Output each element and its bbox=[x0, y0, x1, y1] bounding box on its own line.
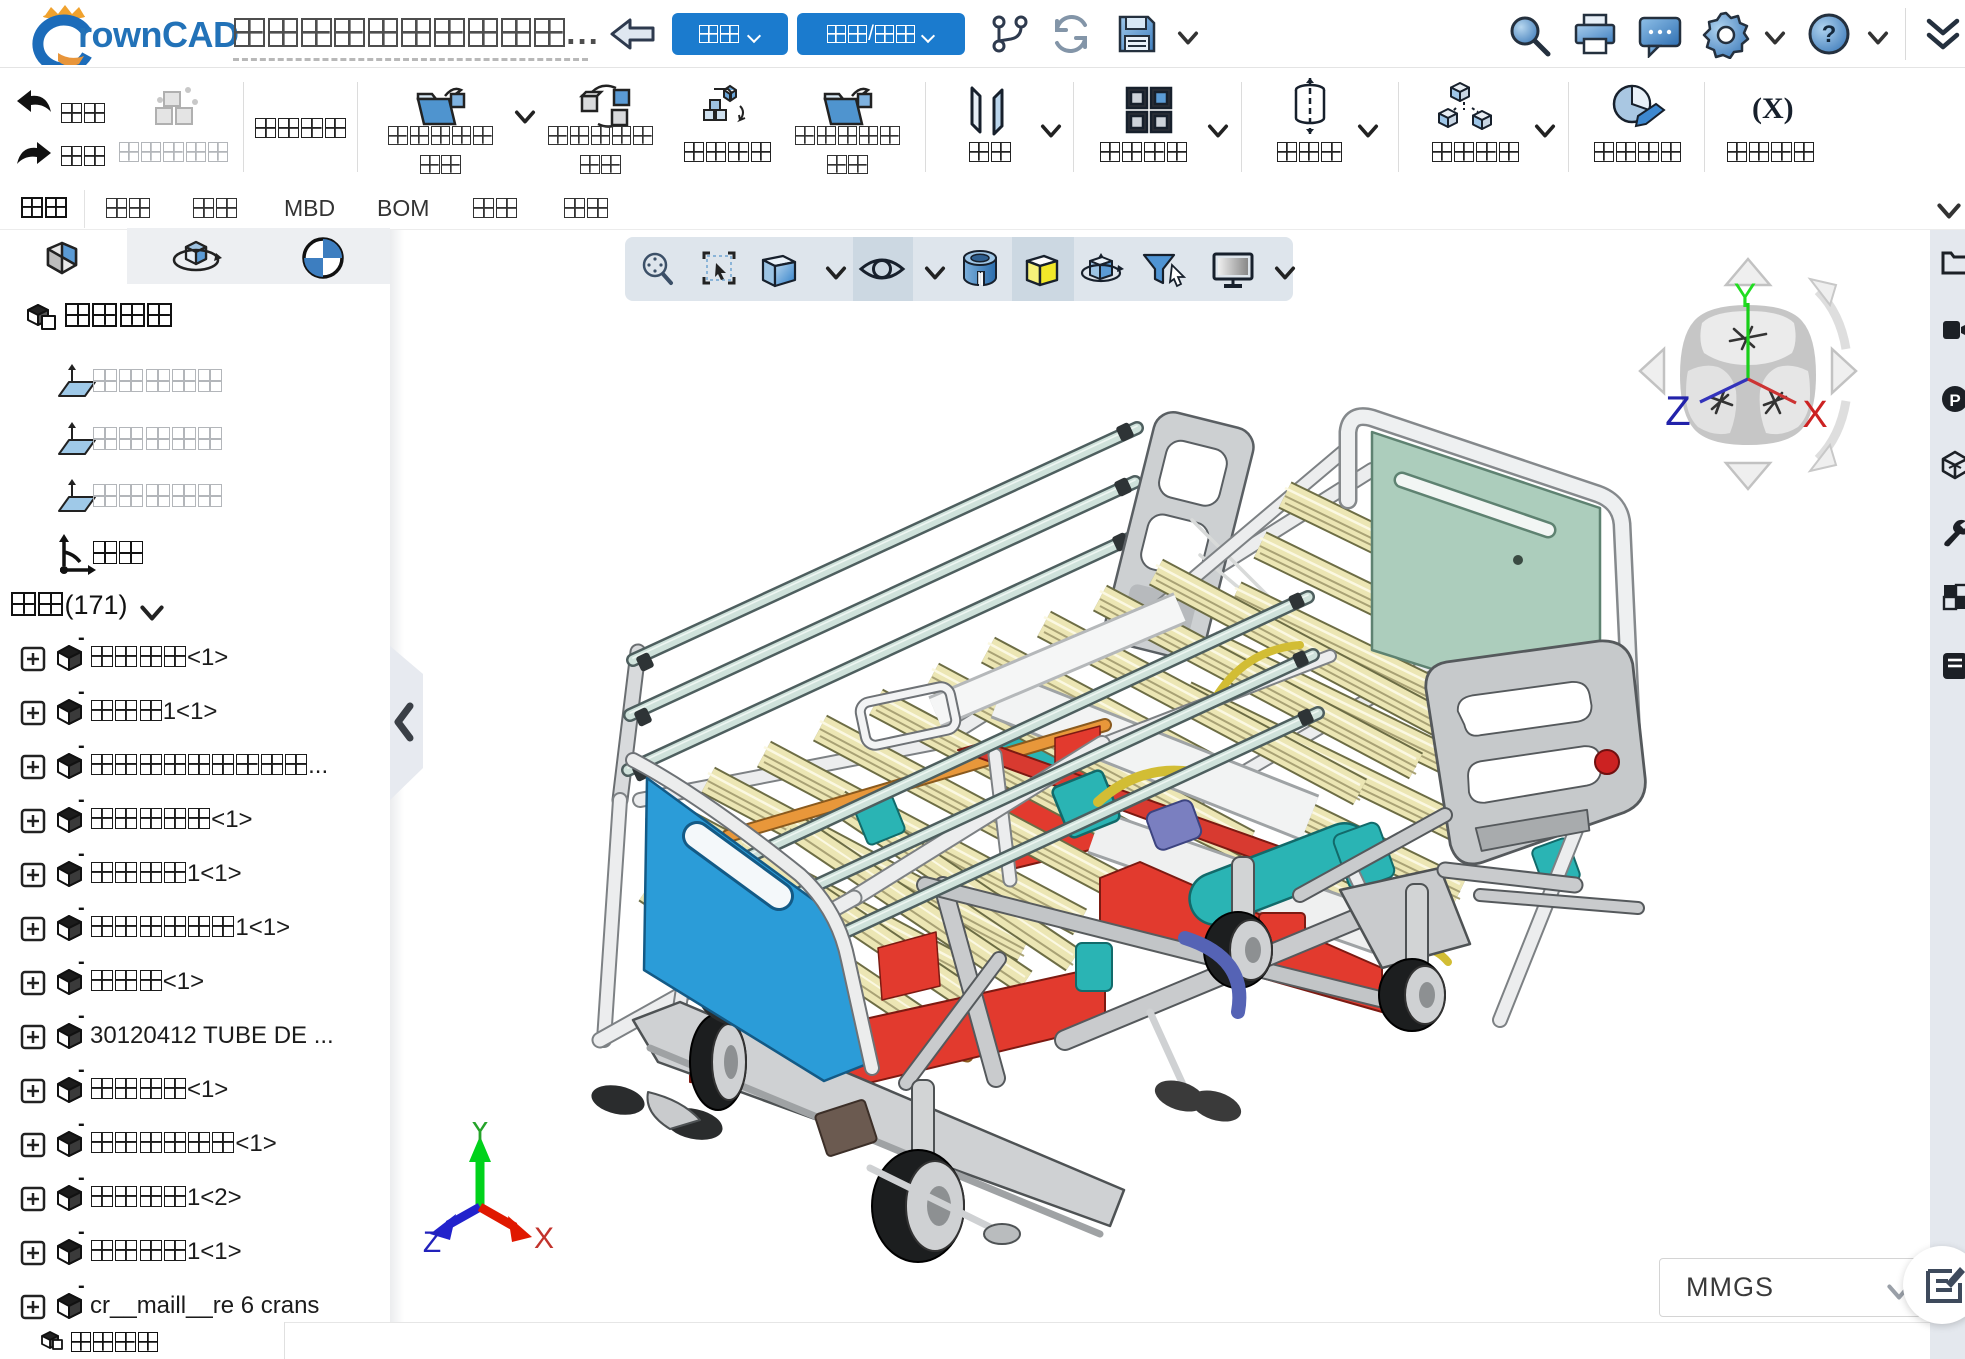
svg-text:X: X bbox=[534, 1222, 554, 1252]
svg-text:Y: Y bbox=[470, 1122, 490, 1147]
svg-text:?: ? bbox=[1822, 21, 1837, 48]
svg-text:X: X bbox=[1802, 394, 1827, 436]
svg-text:Y: Y bbox=[1734, 277, 1757, 315]
svg-text:Z: Z bbox=[423, 1226, 441, 1252]
svg-text:Z: Z bbox=[1665, 387, 1691, 434]
